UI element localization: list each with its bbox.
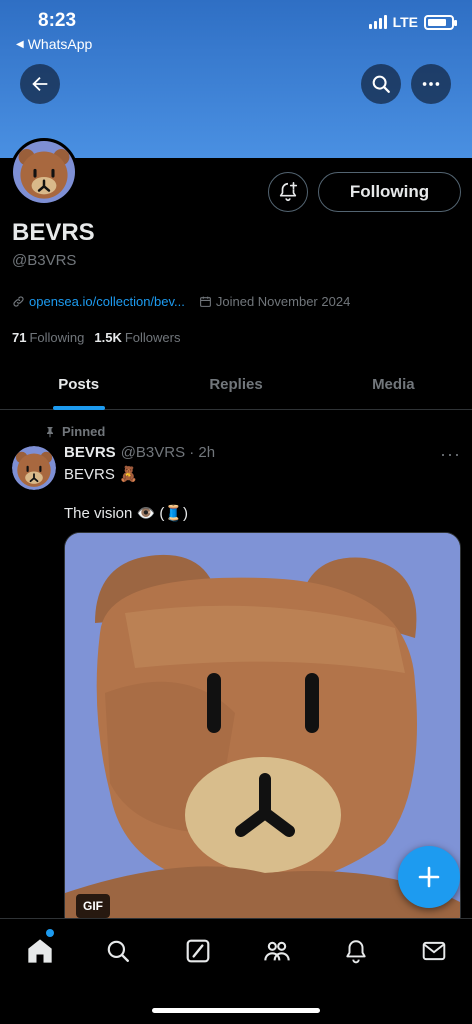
- network-label: LTE: [392, 14, 418, 30]
- nav-communities[interactable]: [261, 935, 293, 967]
- search-icon: [372, 75, 390, 93]
- home-unread-dot: [46, 929, 54, 937]
- post-more-button[interactable]: ···: [440, 444, 461, 465]
- profile-meta: opensea.io/collection/bev... Joined Nove…: [12, 294, 350, 309]
- nav-search[interactable]: [102, 935, 134, 967]
- back-to-app-link[interactable]: ◀ WhatsApp: [16, 36, 92, 52]
- post-avatar[interactable]: [12, 446, 56, 490]
- website-link[interactable]: opensea.io/collection/bev...: [12, 294, 185, 309]
- followers-count: 1.5K: [94, 330, 122, 345]
- joined-text: Joined November 2024: [215, 294, 351, 309]
- nav-home[interactable]: [24, 935, 56, 967]
- link-icon: [13, 296, 24, 307]
- signal-icon: [368, 15, 387, 29]
- post-author-name[interactable]: BEVRS: [64, 444, 116, 461]
- post-text-line2: The vision 👁️ (🧵): [64, 505, 189, 522]
- followers-label: Followers: [124, 330, 181, 345]
- nav-notifications[interactable]: [340, 935, 372, 967]
- post-text-line1: BEVRS 🧸: [64, 466, 138, 483]
- following-count: 71: [12, 330, 27, 345]
- bell-plus-icon: [279, 182, 298, 202]
- follow-stats: 71 Following 1.5K Followers: [12, 330, 180, 345]
- back-triangle-icon: ◀: [16, 38, 24, 50]
- home-indicator[interactable]: [152, 1008, 320, 1013]
- calendar-icon: [199, 296, 211, 307]
- post-header: BEVRS @B3VRS · 2h: [64, 444, 215, 461]
- bear-avatar-image: [13, 141, 75, 203]
- tab-media[interactable]: Media: [315, 360, 472, 409]
- pinned-text: Pinned: [62, 424, 106, 439]
- search-button[interactable]: [361, 64, 401, 104]
- tab-posts[interactable]: Posts: [0, 360, 157, 409]
- home-icon: [28, 939, 52, 963]
- search-icon: [107, 940, 129, 962]
- communities-icon: [264, 941, 290, 961]
- pin-icon: [47, 426, 53, 437]
- joined-date: Joined November 2024: [199, 294, 350, 309]
- arrow-left-icon: [32, 76, 48, 92]
- website-link-text: opensea.io/collection/bev...: [29, 294, 185, 309]
- status-bar: 8:23 ◀ WhatsApp LTE: [0, 0, 472, 56]
- notify-button[interactable]: [268, 172, 308, 212]
- profile-handle: @B3VRS: [12, 252, 77, 269]
- compose-grok-icon: [186, 939, 210, 963]
- battery-icon: [424, 14, 457, 30]
- plus-icon: [418, 866, 440, 888]
- back-button[interactable]: [20, 64, 60, 104]
- following-label: Following: [29, 330, 85, 345]
- display-name: BEVRS: [12, 219, 95, 246]
- followers-stat[interactable]: 1.5K Followers: [94, 330, 180, 345]
- notifications-icon: [346, 940, 366, 964]
- gif-badge: GIF: [76, 894, 110, 918]
- more-button[interactable]: [411, 64, 451, 104]
- compose-post-button[interactable]: [398, 846, 460, 908]
- messages-icon: [422, 941, 446, 961]
- nav-grok[interactable]: [182, 935, 214, 967]
- following-button[interactable]: Following: [318, 172, 461, 212]
- tab-replies[interactable]: Replies: [157, 360, 314, 409]
- profile-avatar[interactable]: [10, 138, 78, 206]
- following-stat[interactable]: 71 Following: [12, 330, 84, 345]
- pinned-label: Pinned: [44, 424, 105, 439]
- back-app-label: WhatsApp: [27, 36, 93, 52]
- profile-tabs: Posts Replies Media: [0, 360, 472, 410]
- post-author-handle[interactable]: @B3VRS · 2h: [121, 444, 215, 461]
- bear-avatar-image: [12, 446, 56, 490]
- more-horizontal-icon: [422, 82, 440, 86]
- nav-messages[interactable]: [418, 935, 450, 967]
- status-time: 8:23: [38, 10, 77, 31]
